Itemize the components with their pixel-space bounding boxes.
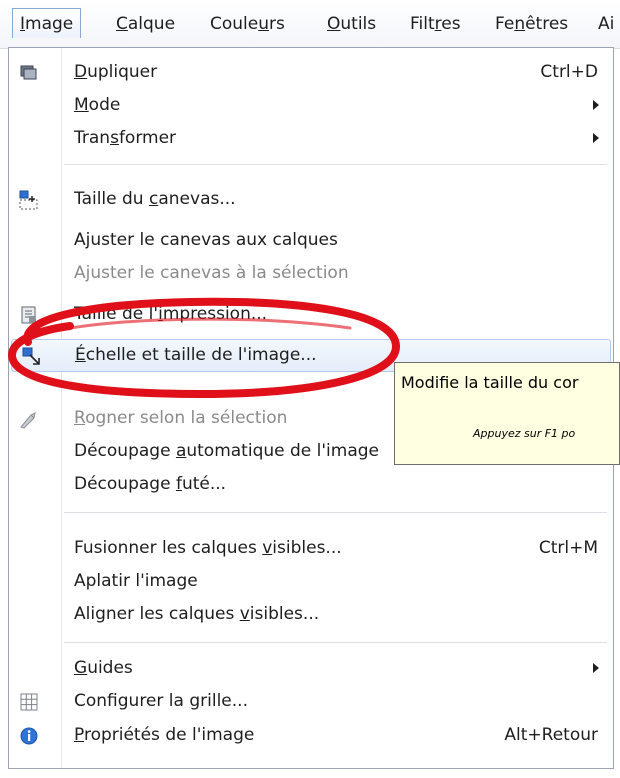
submenu-arrow-icon	[593, 100, 599, 110]
menu-item-configurer-grille[interactable]: Configurer la grille...	[9, 685, 613, 718]
submenu-arrow-icon	[593, 133, 599, 143]
menu-item-proprietes[interactable]: Propriétés de l'image Alt+Retour	[9, 719, 613, 752]
menu-item-aplatir[interactable]: Aplatir l'image	[9, 565, 613, 598]
shortcut-proprietes: Alt+Retour	[504, 725, 598, 745]
menu-item-dupliquer[interactable]: Dupliquer Ctrl+D	[9, 56, 613, 89]
menu-item-mode[interactable]: Mode	[9, 89, 613, 122]
menu-outils[interactable]: Outils	[327, 10, 376, 38]
separator	[64, 164, 607, 165]
menu-item-decoupage-fute[interactable]: Découpage futé...	[9, 468, 613, 501]
menu-item-guides[interactable]: Guides	[9, 652, 613, 685]
canvas-size-icon	[19, 190, 39, 210]
menu-item-aligner[interactable]: Aligner les calques visibles...	[9, 598, 613, 631]
grid-icon	[19, 692, 39, 712]
menu-item-ajuster-selection: Ajuster le canevas à la sélection	[74, 263, 349, 283]
menu-item-taille-canevas[interactable]: Taille du canevas...	[9, 183, 613, 216]
shortcut-dupliquer: Ctrl+D	[540, 62, 598, 82]
menu-item-transformer[interactable]: Transformer	[9, 122, 613, 155]
menu-image[interactable]: Image	[12, 8, 82, 38]
submenu-arrow-icon	[593, 663, 599, 673]
separator	[64, 512, 607, 513]
menu-aide[interactable]: Ai	[598, 10, 614, 38]
menu-item-fusionner[interactable]: Fusionner les calques visibles... Ctrl+M	[9, 532, 613, 565]
duplicate-icon	[19, 63, 39, 83]
print-size-icon	[19, 305, 39, 325]
tooltip-title: Modifie la taille du cor	[401, 373, 579, 392]
tooltip-hint: Appuyez sur F1 po	[473, 427, 576, 440]
shortcut-fusionner: Ctrl+M	[538, 538, 598, 558]
menu-bar: Image Calque Couleurs Outils Filtres Fen…	[0, 0, 620, 49]
menu-fenetres[interactable]: Fenêtres	[495, 10, 568, 38]
scale-image-icon	[22, 347, 42, 367]
menu-calque[interactable]: Calque	[116, 10, 175, 38]
menu-filtres[interactable]: Filtres	[410, 10, 461, 38]
menu-couleurs[interactable]: Couleurs	[210, 10, 285, 38]
separator	[64, 642, 607, 643]
info-icon	[19, 726, 39, 746]
menu-item-ajuster-calques[interactable]: Ajuster le canevas aux calques	[9, 224, 613, 257]
menu-item-taille-impression[interactable]: Taille de l'impression...	[9, 298, 613, 331]
crop-knife-icon	[19, 409, 39, 429]
tooltip: Modifie la taille du cor Appuyez sur F1 …	[394, 362, 620, 465]
